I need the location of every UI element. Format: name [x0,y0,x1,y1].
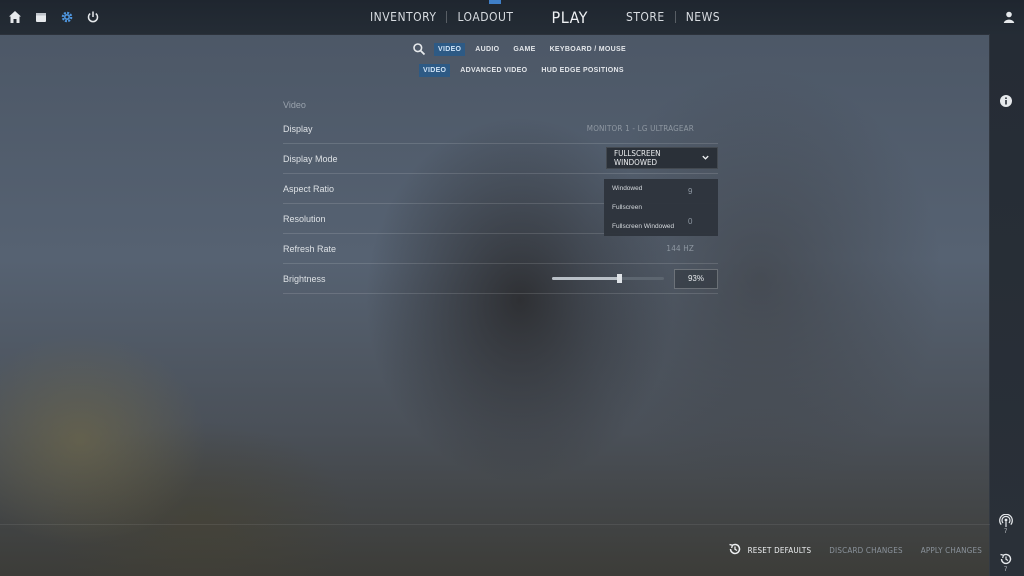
tab-keyboard-mouse[interactable]: KEYBOARD / MOUSE [546,43,630,56]
dropdown-option-fullscreen-windowed[interactable]: Fullscreen Windowed [604,217,718,236]
display-mode-select[interactable]: FULLSCREEN WINDOWED [606,147,718,169]
right-rail: 7 7 [989,34,1024,576]
display-mode-dropdown: Windowed Fullscreen Fullscreen Windowed [604,179,718,236]
refresh-rate-value[interactable]: 144 HZ [666,244,694,253]
aspect-ratio-value-partial: 9 [688,187,693,196]
power-icon[interactable] [84,8,102,26]
video-subtabs: VIDEO ADVANCED VIDEO HUD EDGE POSITIONS [419,64,628,77]
brightness-slider-thumb[interactable] [616,274,622,283]
top-bar: INVENTORY LOADOUT PLAY STORE NEWS [0,0,1024,35]
settings-actions: RESET DEFAULTS DISCARD CHANGES APPLY CHA… [728,542,982,558]
brightness-value-input[interactable]: 93% [674,268,718,289]
brightness-control: 93% [552,268,718,289]
discard-changes-button[interactable]: DISCARD CHANGES [829,546,902,555]
subtab-advanced-video[interactable]: ADVANCED VIDEO [456,64,531,77]
profile-icon[interactable] [1000,8,1018,26]
broadcast-count: 7 [1004,529,1008,535]
section-title: Video [283,100,306,110]
subtab-video[interactable]: VIDEO [419,64,451,77]
bottom-divider [0,524,990,525]
brightness-slider-fill [552,277,620,280]
reset-defaults-button[interactable]: RESET DEFAULTS [728,542,812,558]
setting-label: Display [283,123,313,134]
setting-label: Refresh Rate [283,243,337,254]
setting-row-brightness: Brightness 93% [283,264,718,294]
search-icon[interactable] [410,40,428,58]
nav-store[interactable]: STORE [616,10,675,24]
settings-gear-icon[interactable] [58,8,76,26]
apply-changes-button[interactable]: APPLY CHANGES [921,546,982,555]
reset-defaults-label: RESET DEFAULTS [747,545,812,555]
display-value[interactable]: MONITOR 1 - LG ULTRAGEAR [587,124,694,133]
tab-audio[interactable]: AUDIO [471,43,503,56]
setting-label: Brightness [283,273,326,284]
resolution-value-partial: 0 [688,217,693,226]
dropdown-option-windowed[interactable]: Windowed [604,179,718,198]
nav-play[interactable]: PLAY [524,8,616,27]
setting-row-display-mode: Display Mode FULLSCREEN WINDOWED [283,144,718,174]
display-mode-value: FULLSCREEN WINDOWED [614,149,661,167]
top-left-icons [6,0,102,34]
info-icon[interactable] [999,94,1013,113]
nav-inventory[interactable]: INVENTORY [360,10,446,24]
setting-label: Display Mode [283,153,338,164]
brightness-slider[interactable] [552,274,664,283]
setting-row-refresh-rate[interactable]: Refresh Rate 144 HZ [283,234,718,264]
main-nav: INVENTORY LOADOUT PLAY STORE NEWS [360,0,730,34]
inventory-box-icon[interactable] [32,8,50,26]
tab-game[interactable]: GAME [509,43,539,56]
reset-icon [728,542,742,558]
chevron-down-icon [701,149,710,167]
tab-video[interactable]: VIDEO [434,42,466,56]
settings-tabs: VIDEO AUDIO GAME KEYBOARD / MOUSE [410,40,630,58]
subtab-hud-edge-positions[interactable]: HUD EDGE POSITIONS [537,64,627,77]
nav-loadout[interactable]: LOADOUT [447,10,523,24]
nav-news[interactable]: NEWS [676,10,730,24]
setting-label: Aspect Ratio [283,183,335,194]
home-icon[interactable] [6,8,24,26]
setting-row-display[interactable]: Display MONITOR 1 - LG ULTRAGEAR [283,114,718,144]
setting-label: Resolution [283,213,326,224]
history-count: 7 [1004,567,1008,573]
dropdown-option-fullscreen[interactable]: Fullscreen [604,198,718,217]
